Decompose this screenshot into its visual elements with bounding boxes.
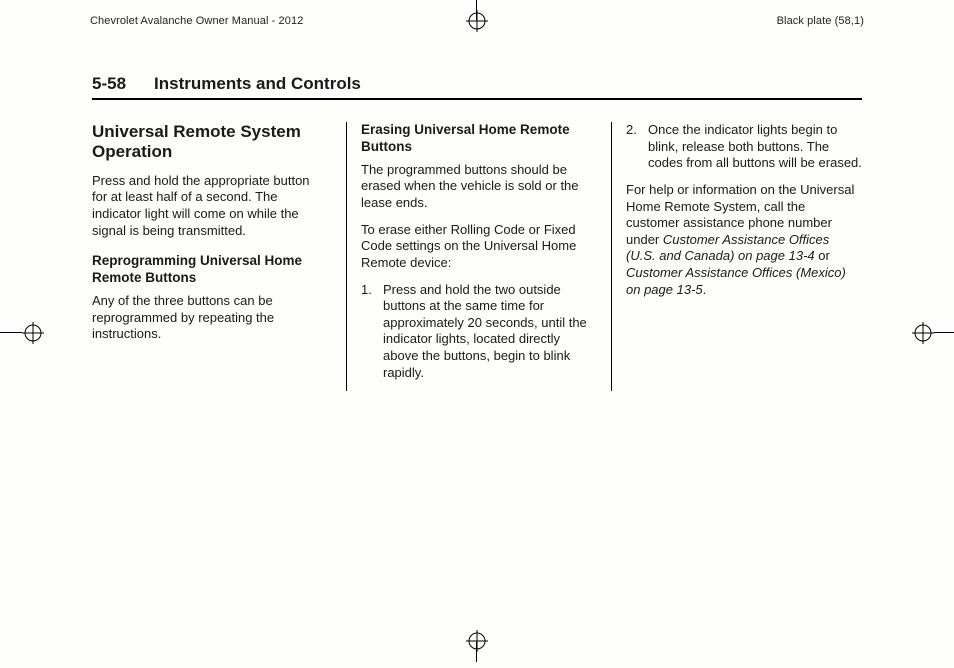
column-set: Universal Remote System Operation Press … xyxy=(92,122,862,391)
registration-mark-right xyxy=(912,322,934,344)
body-fragment: . xyxy=(703,282,707,297)
body-text: To erase either Rolling Code or Fixed Co… xyxy=(361,222,597,272)
cross-ref: Customer Assistance Offices (Mexico) on … xyxy=(626,265,846,297)
list-item: 2. Once the indicator lights begin to bl… xyxy=(626,122,862,172)
body-text: The programmed buttons should be erased … xyxy=(361,162,597,212)
list-number: 1. xyxy=(361,282,383,382)
body-text: Any of the three buttons can be reprogra… xyxy=(92,293,328,343)
plate-text: Black plate (58,1) xyxy=(777,15,864,27)
column-2: Erasing Universal Home Remote Buttons Th… xyxy=(346,122,597,391)
section-heading: Universal Remote System Operation xyxy=(92,122,328,163)
ordered-list: 1. Press and hold the two outside button… xyxy=(361,282,597,382)
registration-mark-bottom xyxy=(466,630,488,652)
list-text: Press and hold the two outside buttons a… xyxy=(383,282,597,382)
registration-mark-left xyxy=(22,322,44,344)
body-fragment: or xyxy=(815,248,830,263)
body-text: Press and hold the appropriate button fo… xyxy=(92,173,328,240)
manual-title: Chevrolet Avalanche Owner Manual - 2012 xyxy=(90,15,303,27)
print-slug-row: Chevrolet Avalanche Owner Manual - 2012 … xyxy=(90,15,864,27)
chapter-title: Instruments and Controls xyxy=(154,74,361,94)
column-1: Universal Remote System Operation Press … xyxy=(92,122,332,391)
list-item: 1. Press and hold the two outside button… xyxy=(361,282,597,382)
page-number: 5-58 xyxy=(92,74,126,94)
list-text: Once the indicator lights begin to blink… xyxy=(648,122,862,172)
subsection-heading: Erasing Universal Home Remote Buttons xyxy=(361,122,597,156)
list-number: 2. xyxy=(626,122,648,172)
page: Chevrolet Avalanche Owner Manual - 2012 … xyxy=(0,0,954,668)
column-3: 2. Once the indicator lights begin to bl… xyxy=(611,122,862,391)
running-head: 5-58 Instruments and Controls xyxy=(92,74,862,100)
content-area: 5-58 Instruments and Controls Universal … xyxy=(92,74,862,628)
ordered-list: 2. Once the indicator lights begin to bl… xyxy=(626,122,862,172)
subsection-heading: Reprogramming Universal Home Remote Butt… xyxy=(92,253,328,287)
body-text: For help or information on the Universal… xyxy=(626,182,862,298)
